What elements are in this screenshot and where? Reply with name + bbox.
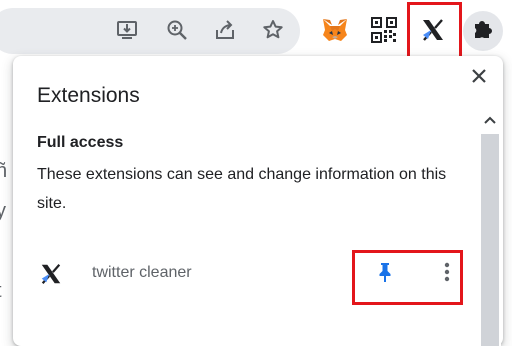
extensions-puzzle-icon [471, 17, 495, 46]
background-text-fragment: t [0, 280, 2, 303]
bookmark-star-icon[interactable] [258, 15, 288, 45]
background-text-fragment: y [0, 200, 6, 222]
popup-title: Extensions [37, 84, 140, 107]
zoom-icon[interactable] [162, 15, 192, 45]
scrollbar[interactable] [479, 110, 501, 346]
extensions-button[interactable] [463, 11, 503, 51]
scroll-up-arrow-icon[interactable] [479, 112, 501, 128]
extension-name: twitter cleaner [92, 264, 192, 281]
install-download-icon[interactable] [112, 15, 142, 45]
section-description: These extensions can see and change info… [37, 166, 447, 212]
section-heading: Full access [37, 134, 124, 151]
close-button[interactable] [467, 66, 491, 90]
browser-toolbar [0, 0, 512, 62]
metamask-fox-icon[interactable] [320, 15, 350, 45]
close-icon [471, 68, 487, 89]
share-icon[interactable] [210, 15, 240, 45]
highlight-box-pin-actions [352, 250, 463, 305]
background-text-fragment: ñ [0, 160, 8, 182]
highlight-box-x-extension [407, 2, 462, 61]
scrollbar-thumb[interactable] [481, 134, 499, 346]
x-logo-icon [37, 260, 65, 288]
qr-code-icon[interactable] [369, 15, 399, 45]
address-bar[interactable] [0, 8, 300, 54]
